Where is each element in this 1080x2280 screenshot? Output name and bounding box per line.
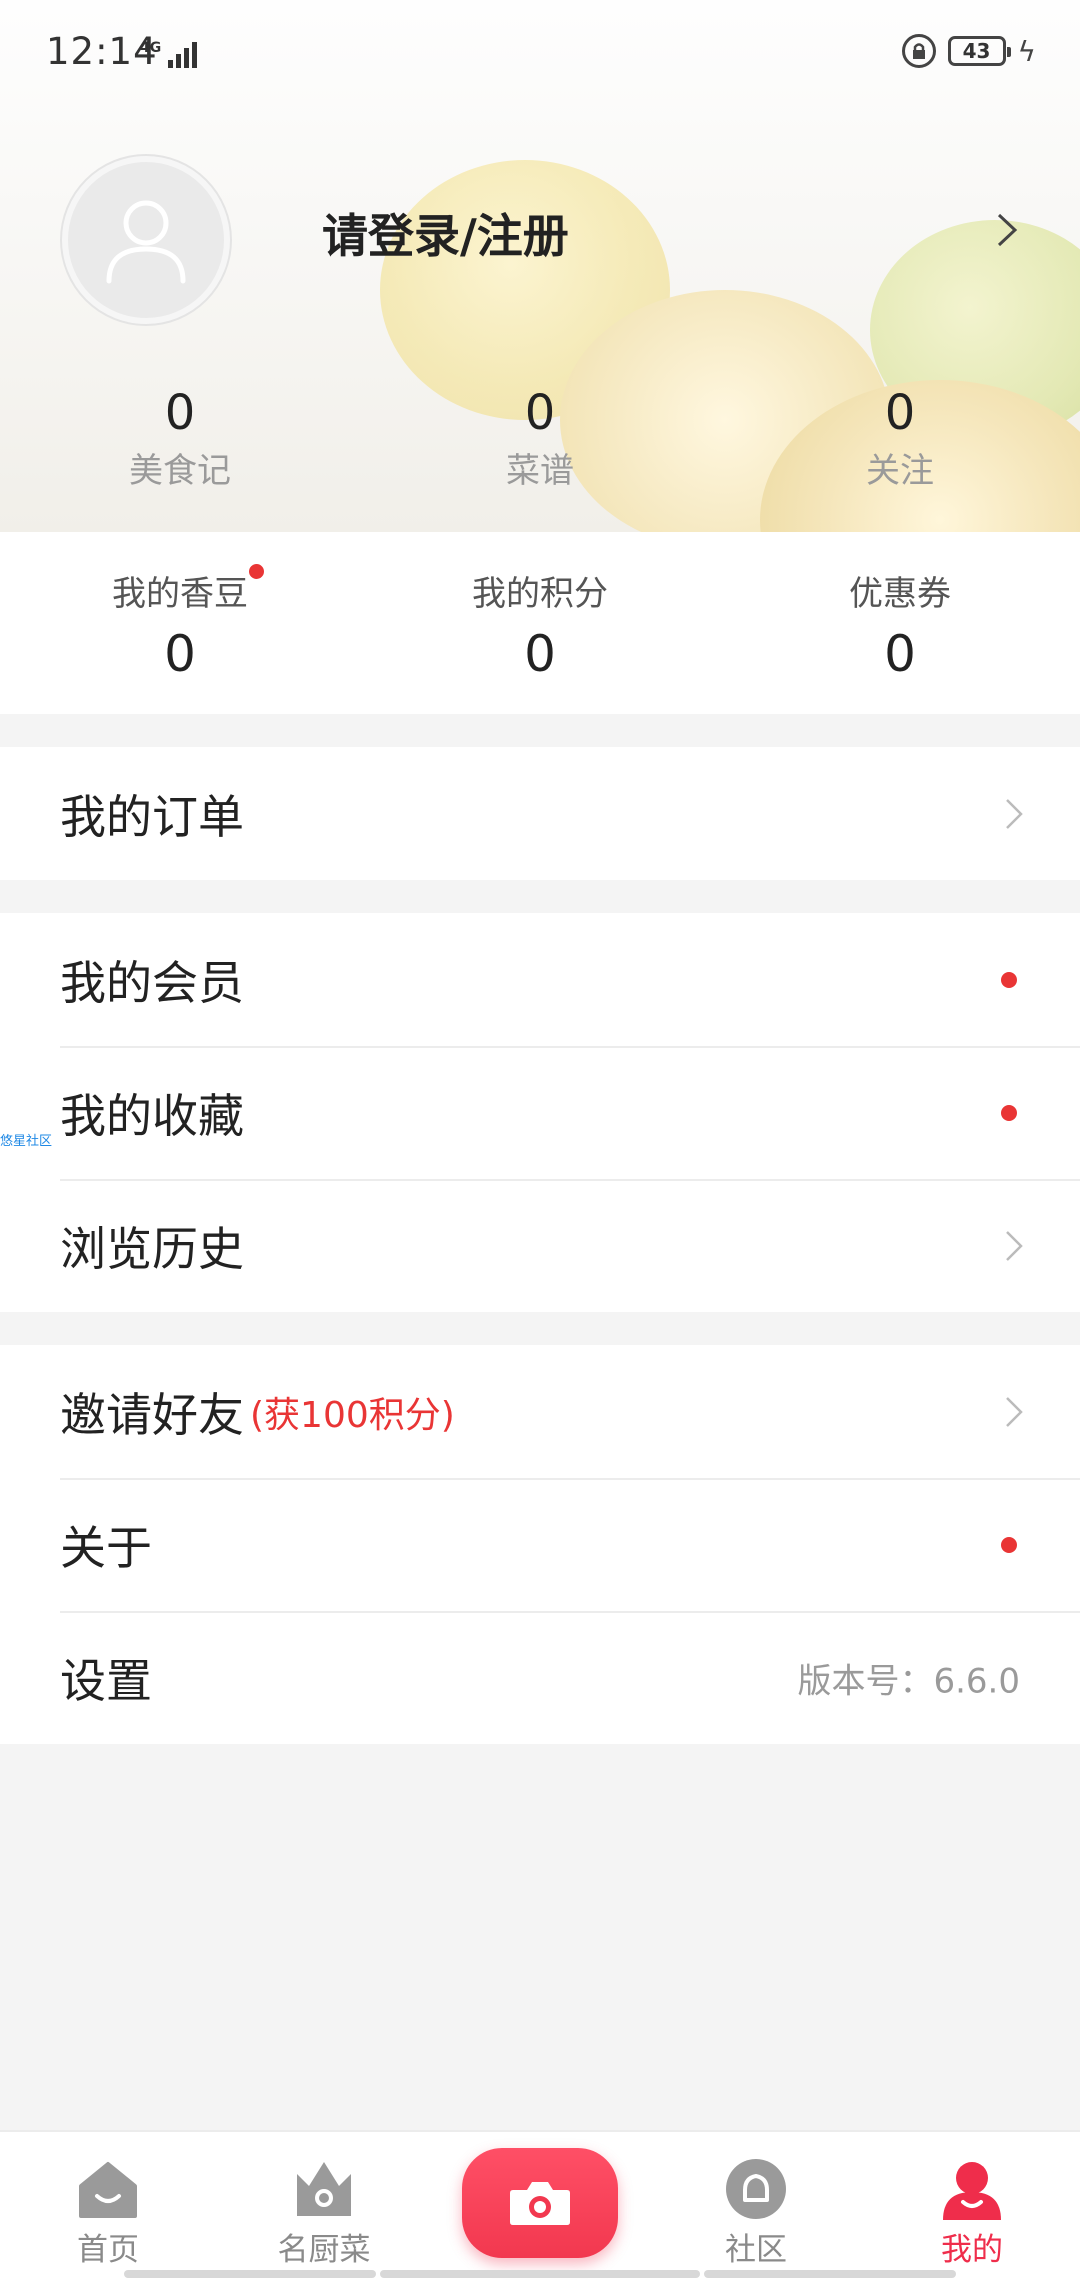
charging-icon: ϟ — [1017, 34, 1036, 68]
wallet-value: 0 — [164, 625, 196, 683]
tab-chef-dishes[interactable]: 名厨菜 — [234, 2132, 414, 2280]
signal-icon — [168, 42, 197, 68]
menu-item-favorites[interactable]: 我的收藏 — [0, 1046, 1080, 1179]
coupons[interactable]: 优惠券 0 — [720, 532, 1080, 714]
menu-label: 我的收藏 — [60, 1088, 244, 1143]
wallet-value: 0 — [884, 625, 916, 683]
stat-value: 0 — [884, 385, 916, 441]
rotation-lock-icon — [901, 34, 936, 68]
menu-label: 邀请好友 — [60, 1387, 244, 1442]
network-type: 4G — [140, 40, 162, 56]
menu-group-misc: 邀请好友 (获100积分) 关于 设置 版本号：6.6.0 — [0, 1345, 1080, 1744]
wallet-value: 0 — [524, 625, 556, 683]
gesture-bar — [704, 2270, 956, 2278]
chef-hat-icon — [297, 2162, 351, 2216]
tab-me[interactable]: 我的 — [882, 2132, 1062, 2280]
battery-level: 43 — [962, 39, 991, 63]
battery-icon: 43 — [947, 36, 1011, 66]
menu-group-orders: 我的订单 — [0, 747, 1080, 880]
camera-button[interactable] — [462, 2148, 618, 2258]
notification-dot — [1001, 971, 1017, 988]
tab-label: 社区 — [725, 2232, 787, 2268]
menu-group-member: 我的会员 我的收藏 浏览历史 — [0, 913, 1080, 1312]
notification-dot — [1001, 1104, 1017, 1121]
stat-label: 菜谱 — [506, 451, 574, 491]
stat-value: 0 — [524, 385, 556, 441]
menu-item-orders[interactable]: 我的订单 — [0, 747, 1080, 880]
my-points[interactable]: 我的积分 0 — [360, 532, 720, 714]
profile-stats: 0 美食记 0 菜谱 0 关注 — [0, 385, 1080, 492]
menu-item-settings[interactable]: 设置 版本号：6.6.0 — [0, 1611, 1080, 1744]
tab-label: 首页 — [77, 2232, 139, 2268]
menu-item-history[interactable]: 浏览历史 — [0, 1179, 1080, 1312]
tab-label: 名厨菜 — [277, 2232, 371, 2268]
menu-label: 我的订单 — [60, 789, 244, 844]
home-icon — [79, 2162, 137, 2218]
my-beans[interactable]: 我的香豆 0 — [0, 532, 360, 714]
camera-icon — [510, 2182, 570, 2225]
menu-label: 我的会员 — [60, 955, 244, 1010]
wallet-label: 优惠券 — [849, 574, 951, 614]
menu-label: 浏览历史 — [60, 1221, 244, 1276]
chevron-right-icon[interactable] — [995, 212, 1019, 248]
stat-label: 美食记 — [129, 451, 231, 491]
menu-label: 关于 — [60, 1520, 152, 1575]
status-bar: 12:14 4G 43 ϟ — [0, 0, 1080, 110]
menu-item-about[interactable]: 关于 — [0, 1478, 1080, 1611]
chevron-right-icon — [1006, 798, 1023, 829]
chevron-right-icon — [1006, 1230, 1023, 1261]
tab-home[interactable]: 首页 — [18, 2132, 198, 2280]
floating-community-tag[interactable]: 悠星社区 — [0, 1130, 52, 1149]
gesture-bar — [380, 2270, 700, 2278]
version-text: 版本号：6.6.0 — [797, 1661, 1020, 1701]
menu-item-invite[interactable]: 邀请好友 (获100积分) — [0, 1345, 1080, 1478]
login-register-link[interactable]: 请登录/注册 — [322, 200, 569, 266]
menu-label: 设置 — [60, 1653, 152, 1708]
notification-dot — [249, 564, 264, 579]
profile-icon — [943, 2162, 1001, 2220]
notification-dot — [1001, 1536, 1017, 1553]
menu-item-membership[interactable]: 我的会员 — [0, 913, 1080, 1046]
user-icon — [106, 200, 186, 284]
stat-value: 0 — [164, 385, 196, 441]
invite-reward: (获100积分) — [250, 1394, 455, 1436]
chevron-right-icon — [1006, 1396, 1023, 1427]
stat-following[interactable]: 0 关注 — [720, 385, 1080, 492]
stat-label: 关注 — [866, 451, 934, 491]
stat-recipes[interactable]: 0 菜谱 — [360, 385, 720, 492]
gesture-bar — [124, 2270, 376, 2278]
tab-label: 我的 — [941, 2232, 1003, 2268]
avatar[interactable] — [62, 156, 230, 324]
community-icon — [726, 2159, 786, 2219]
wallet-label: 我的香豆 — [112, 564, 264, 615]
tab-community[interactable]: 社区 — [666, 2132, 846, 2280]
status-right: 43 ϟ — [901, 34, 1036, 68]
wallet-label: 我的积分 — [472, 574, 608, 614]
stat-food-notes[interactable]: 0 美食记 — [0, 385, 360, 492]
wallet-section: 我的香豆 0 我的积分 0 优惠券 0 — [0, 532, 1080, 714]
